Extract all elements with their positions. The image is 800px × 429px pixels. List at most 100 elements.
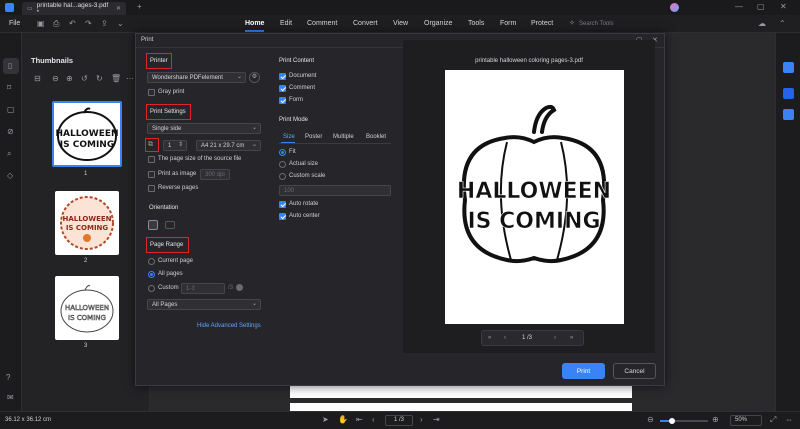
zoom-level-select[interactable]: 50% <box>730 415 762 426</box>
actual-size-radio[interactable] <box>279 161 286 168</box>
preview-last-page-icon[interactable]: » <box>570 335 573 341</box>
attachment-icon[interactable]: ⊘ <box>7 128 14 136</box>
printer-settings-button[interactable]: ⚙ <box>249 72 260 83</box>
custom-scale-radio[interactable] <box>279 173 286 180</box>
all-pages-radio[interactable] <box>148 271 155 278</box>
tab-booklet[interactable]: Booklet <box>366 134 386 140</box>
custom-range-input[interactable]: 1-3 <box>181 283 225 294</box>
tab-multiple[interactable]: Multiple <box>333 134 354 140</box>
fit-radio[interactable] <box>279 149 286 156</box>
hide-advanced-settings-link[interactable]: Hide Advanced Settings <box>197 323 261 329</box>
share-icon[interactable]: ⇪ <box>101 20 108 28</box>
print-as-image-checkbox[interactable] <box>148 171 155 178</box>
thumbnail-page-2[interactable]: HALLOWEEN IS COMING <box>55 191 119 255</box>
source-page-size-checkbox[interactable] <box>148 156 155 163</box>
maximize-icon[interactable]: ▢ <box>757 3 765 11</box>
duplex-select[interactable]: Single side ⌄ <box>147 123 261 134</box>
document-checkbox[interactable] <box>279 73 286 80</box>
more-options-icon[interactable]: ⋯ <box>126 75 134 83</box>
zoom-in-icon[interactable]: ⊕ <box>66 75 73 83</box>
tab-divider <box>279 143 391 144</box>
menu-edit[interactable]: Edit <box>280 20 292 27</box>
menu-home[interactable]: Home <box>245 20 264 27</box>
printer-select[interactable]: Wondershare PDFelement ⌄ <box>147 72 246 83</box>
hand-tool-icon[interactable]: ✋ <box>338 416 348 424</box>
search-tools-input[interactable]: Search Tools <box>579 21 614 27</box>
collapse-ribbon-icon[interactable]: ⌃ <box>779 20 786 28</box>
file-menu[interactable]: File <box>9 20 20 27</box>
menu-protect[interactable]: Protect <box>531 20 553 27</box>
comment-checkbox[interactable] <box>279 85 286 92</box>
redo-icon[interactable]: ↷ <box>85 20 92 28</box>
menu-tools[interactable]: Tools <box>468 20 484 27</box>
custom-range-radio[interactable] <box>148 285 155 292</box>
info-icon[interactable] <box>236 284 243 291</box>
portrait-orientation-button[interactable] <box>148 220 158 230</box>
thumbnail-page-3[interactable]: HALLOWEEN IS COMING <box>55 276 119 340</box>
first-page-icon[interactable]: ⇤ <box>356 416 363 424</box>
feedback-icon[interactable]: ✉ <box>7 394 14 402</box>
file-tab[interactable]: ▭ printable hal...ages-3.pdf * ✕ <box>22 2 126 16</box>
cancel-button[interactable]: Cancel <box>613 363 656 379</box>
translate-icon[interactable] <box>783 109 794 120</box>
layers-icon[interactable]: ◇ <box>7 172 13 180</box>
fit-width-icon[interactable]: ⇔ <box>785 416 793 424</box>
undo-icon[interactable]: ↶ <box>69 20 76 28</box>
copies-stepper[interactable]: 1 ⇕ <box>163 140 187 151</box>
menu-comment[interactable]: Comment <box>307 20 337 27</box>
dpi-select[interactable]: 300 dpi <box>200 169 230 180</box>
properties-icon[interactable] <box>783 62 794 73</box>
prev-page-icon[interactable]: ‹ <box>372 416 375 424</box>
print-icon[interactable]: ⎙ <box>53 20 59 28</box>
preview-next-page-icon[interactable]: › <box>554 335 556 341</box>
current-page-radio[interactable] <box>148 258 155 265</box>
preview-prev-page-icon[interactable]: ‹ <box>504 335 506 341</box>
fit-page-icon[interactable]: ⤢ <box>770 416 776 424</box>
close-tab-icon[interactable]: ✕ <box>116 6 121 12</box>
zoom-in-status-icon[interactable]: ⊕ <box>712 416 719 424</box>
rotate-right-icon[interactable]: ↻ <box>96 75 103 83</box>
bookmark-icon[interactable]: ⌑ <box>7 84 11 92</box>
next-page-icon[interactable]: › <box>420 416 423 424</box>
preview-first-page-icon[interactable]: « <box>488 335 491 341</box>
rotate-left-icon[interactable]: ↺ <box>81 75 88 83</box>
save-icon[interactable]: ▣ <box>37 20 45 28</box>
menu-organize[interactable]: Organize <box>424 20 452 27</box>
zoom-slider[interactable] <box>660 418 708 424</box>
form-checkbox[interactable] <box>279 97 286 104</box>
thumbnail-page-1[interactable]: HALLOWEEN IS COMING <box>52 101 122 167</box>
menu-view[interactable]: View <box>393 20 408 27</box>
landscape-orientation-button[interactable] <box>165 221 175 229</box>
paper-size-select[interactable]: A4 21 x 29.7 cm ⌄ <box>196 140 261 151</box>
menu-form[interactable]: Form <box>500 20 516 27</box>
scale-input[interactable]: 100 <box>279 185 391 196</box>
print-button[interactable]: Print <box>562 363 605 379</box>
tab-poster[interactable]: Poster <box>305 134 322 140</box>
more-icon[interactable]: ⌄ <box>117 20 124 28</box>
zoom-slider-handle[interactable] <box>669 418 675 424</box>
reverse-pages-checkbox[interactable] <box>148 185 155 192</box>
thumbnail-toolbar-icon[interactable]: ⊟ <box>34 75 41 83</box>
stepper-arrows-icon[interactable]: ⇕ <box>178 141 183 149</box>
auto-rotate-checkbox[interactable] <box>279 201 286 208</box>
user-avatar[interactable] <box>670 3 679 12</box>
page-subset-select[interactable]: All Pages ⌄ <box>147 299 261 310</box>
ai-assistant-icon[interactable] <box>783 88 794 99</box>
help-icon[interactable]: ? <box>6 374 10 382</box>
close-window-icon[interactable]: ✕ <box>780 3 787 11</box>
auto-center-checkbox[interactable] <box>279 213 286 220</box>
select-tool-icon[interactable]: ➤ <box>322 416 329 424</box>
search-icon[interactable]: ⌕ <box>7 150 11 158</box>
zoom-out-status-icon[interactable]: ⊖ <box>647 416 654 424</box>
page-number-input[interactable]: 1 /3 <box>385 415 413 426</box>
menu-convert[interactable]: Convert <box>353 20 378 27</box>
delete-page-icon[interactable]: 🗑 <box>111 75 121 83</box>
last-page-icon[interactable]: ⇥ <box>433 416 440 424</box>
gray-print-checkbox[interactable] <box>148 89 155 96</box>
tab-size[interactable]: Size <box>283 134 295 140</box>
zoom-out-icon[interactable]: ⊖ <box>52 75 59 83</box>
cloud-upload-icon[interactable]: ☁ <box>758 20 766 28</box>
new-tab-icon[interactable]: + <box>137 3 142 11</box>
comment-icon[interactable]: ▢ <box>7 106 15 114</box>
minimize-icon[interactable]: — <box>735 3 743 11</box>
